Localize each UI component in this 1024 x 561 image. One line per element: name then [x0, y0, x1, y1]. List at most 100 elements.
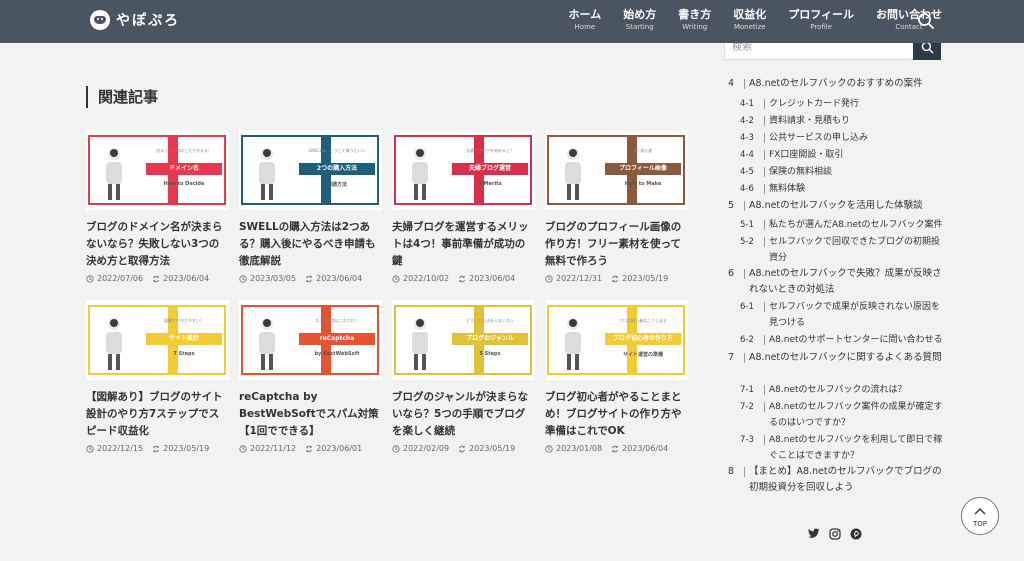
site-logo[interactable]: やぽぷろ: [90, 10, 180, 30]
thumbnail-illustration: [259, 148, 275, 200]
thumbnail-sublabel: How to Decide: [163, 181, 205, 187]
refresh-icon: [153, 445, 159, 452]
toc-number: 5-2: [740, 237, 754, 247]
related-card[interactable]: for 初心者 プロフィール画像 How to Make ブログのプロフィール画像の作…: [545, 130, 688, 283]
toc-item[interactable]: 4-3 公共サービスの申し込み: [740, 130, 944, 146]
thumbnail-caption: ブログ初心者はこうします: [619, 318, 667, 323]
published-date: 2022/11/12: [250, 444, 297, 453]
card-title[interactable]: ブログのジャンルが決まらないなら？5つの手順でブログを楽しく継続: [392, 389, 535, 440]
thumbnail-label: 2つの購入方法: [299, 163, 375, 175]
pinterest-icon[interactable]: [850, 528, 862, 540]
toc-item[interactable]: 5 A8.netのセルフバックを活用した体験談: [728, 198, 944, 214]
toc-item[interactable]: 8 【まとめ】A8.netのセルフバックでブログの初期投資分を回収しよう: [728, 464, 944, 496]
clock-icon: [239, 274, 247, 283]
toc-text: セルフバックで回収できたブログの初期投資分: [769, 237, 941, 263]
clock-icon: [86, 274, 94, 283]
updated-date: 2023/06/04: [163, 274, 210, 283]
toc-text: FX口座開設・取引: [769, 150, 844, 160]
card-thumbnail[interactable]: 決まらない時はこれで決まる！ ドメイン名 How to Decide: [86, 130, 229, 210]
thumbnail-illustration: [106, 148, 122, 200]
related-heading: 関連記事: [86, 86, 158, 108]
toc-item[interactable]: 7-1 A8.netのセルフバックの流れは？: [740, 382, 944, 398]
updated-date: 2023/06/04: [469, 274, 516, 283]
toc-item[interactable]: 4-2 資料請求・見積もり: [740, 113, 944, 129]
card-thumbnail[interactable]: 図解でわかりやすい！ サイト設計 7 Steps: [86, 300, 229, 380]
toc-text: 【まとめ】A8.netのセルフバックでブログの初期投資分を回収しよう: [749, 466, 942, 493]
card-dates: 2022/12/15 2023/05/19: [86, 444, 229, 453]
card-title[interactable]: ブログのドメイン名が決まらないなら？失敗しない3つの決め方と取得方法: [86, 219, 229, 270]
card-title[interactable]: ブログ初心者がやることまとめ！ブログサイトの作り方や準備はこれでOK: [545, 389, 688, 440]
toc-item[interactable]: 6 A8.netのセルフバックで失敗？成果が反映されないときの対処法: [728, 266, 944, 298]
thumbnail-label: ブログのジャンル: [452, 333, 528, 345]
toc-item[interactable]: 6-1 セルフバックで成果が反映されない原因を見つける: [740, 299, 944, 331]
refresh-icon: [459, 275, 465, 282]
thumbnail-caption: for 初心者: [633, 148, 653, 153]
toc-item[interactable]: 7 A8.netのセルフバックに関するよくある質問: [728, 350, 944, 366]
top-label: TOP: [972, 520, 987, 528]
nav-profile[interactable]: プロフィール Profile: [788, 9, 854, 31]
toc-separator: [744, 269, 745, 279]
toc-number: 7-3: [740, 435, 754, 445]
toc-text: 資料請求・見積もり: [769, 116, 851, 126]
card-title[interactable]: reCaptcha by BestWebSoftでスパム対策【1回でできる】: [239, 389, 382, 440]
published-date: 2022/12/31: [556, 274, 603, 283]
card-thumbnail[interactable]: 夫婦でブログを始めると？ 夫婦ブログ運営 4 Merits: [392, 130, 535, 210]
toc-item[interactable]: 4 A8.netのセルフバックのおすすめの案件: [728, 76, 944, 92]
nav-label: ホーム: [568, 8, 602, 21]
twitter-icon[interactable]: [808, 528, 820, 539]
related-card[interactable]: 夫婦でブログを始めると？ 夫婦ブログ運営 4 Merits 夫婦ブログを運営するメリッ…: [392, 130, 535, 283]
card-title[interactable]: 【図解あり】ブログのサイト設計のやり方7ステップでスピード収益化: [86, 389, 229, 440]
toc-item[interactable]: 4-6 無料体験: [740, 181, 944, 197]
card-title[interactable]: 夫婦ブログを運営するメリットは4つ！事前準備が成功の鍵: [392, 219, 535, 270]
toc-item[interactable]: 5-1 私たちが選んだA8.netのセルフバック案件: [740, 217, 944, 233]
related-card[interactable]: どうしても決まらないなら ブログのジャンル 5 Steps ブログのジャンルが決まらな…: [392, 300, 535, 453]
card-thumbnail[interactable]: どうしても決まらないなら ブログのジャンル 5 Steps: [392, 300, 535, 380]
card-thumbnail[interactable]: SWELLは、こうして買うといい 2つの購入方法 申請方法: [239, 130, 382, 210]
published-date: 2022/12/15: [97, 444, 144, 453]
refresh-icon: [459, 445, 465, 452]
toc-item[interactable]: 4-4 FX口座開設・取引: [740, 147, 944, 163]
card-thumbnail[interactable]: スパム対策はこれだけ！ reCaptcha by BestWebSoft: [239, 300, 382, 380]
related-card[interactable]: 図解でわかりやすい！ サイト設計 7 Steps 【図解あり】ブログのサイト設計のやり…: [86, 300, 229, 453]
thumbnail-label: ドメイン名: [146, 163, 222, 175]
toc-separator: [764, 116, 765, 126]
nav-writing[interactable]: 書き方 Writing: [678, 9, 711, 31]
related-card[interactable]: ブログ初心者はこうします ブログ初心者の作り方 サイト運営の準備ブログ初心者がやるこ…: [545, 300, 688, 453]
card-title[interactable]: ブログのプロフィール画像の作り方！フリー素材を使って無料で作ろう: [545, 219, 688, 270]
updated-date: 2023/06/01: [316, 444, 363, 453]
toc-item[interactable]: 4-5 保険の無料相談: [740, 164, 944, 180]
card-thumbnail[interactable]: for 初心者 プロフィール画像 How to Make: [545, 130, 688, 210]
related-card[interactable]: SWELLは、こうして買うといい 2つの購入方法 申請方法 SWELLの購入方法は2つ…: [239, 130, 382, 283]
nav-home[interactable]: ホーム Home: [569, 9, 602, 31]
toc-separator: [764, 220, 765, 230]
toc-item[interactable]: 4-1 クレジットカード発行: [740, 96, 944, 112]
toc-number: 4-6: [740, 184, 754, 194]
updated-date: 2023/05/19: [163, 444, 210, 453]
toc-item[interactable]: 7-3 A8.netのセルフバックを利用して即日で稼ぐことはできますか？: [740, 432, 944, 464]
card-title[interactable]: SWELLの購入方法は2つある？購入後にやるべき申請も徹底解説: [239, 219, 382, 270]
toc-separator: [764, 402, 765, 412]
published-date: 2023/03/05: [250, 274, 297, 283]
search-icon[interactable]: [917, 12, 935, 30]
nav-monetize[interactable]: 収益化 Monetize: [733, 9, 766, 31]
related-card[interactable]: 決まらない時はこれで決まる！ ドメイン名 How to Decide ブログのドメイン…: [86, 130, 229, 283]
nav-starting[interactable]: 始め方 Starting: [623, 9, 656, 31]
instagram-icon[interactable]: [829, 528, 841, 540]
toc-number: 5: [728, 200, 735, 211]
thumbnail-illustration: [259, 318, 275, 370]
card-thumbnail[interactable]: ブログ初心者はこうします ブログ初心者の作り方 サイト運営の準備: [545, 300, 688, 380]
nav-label: 収益化: [733, 8, 767, 21]
toc-separator: [764, 385, 765, 395]
toc-item[interactable]: 5-2 セルフバックで回収できたブログの初期投資分: [740, 234, 944, 266]
toc-separator: [764, 150, 765, 160]
published-date: 2022/02/09: [403, 444, 450, 453]
toc-item[interactable]: 6-2 A8.netのサポートセンターに問い合わせる: [740, 332, 944, 348]
refresh-icon: [306, 275, 312, 282]
toc-item[interactable]: 7-2 A8.netのセルフバック案件の成果が確定するのはいつですか？: [740, 399, 944, 431]
related-card[interactable]: スパム対策はこれだけ！ reCaptcha by BestWebSoft reCapt…: [239, 300, 382, 453]
updated-date: 2023/05/19: [622, 274, 669, 283]
card-dates: 2022/12/31 2023/05/19: [545, 274, 688, 283]
thumbnail-illustration: [565, 148, 581, 200]
back-to-top-button[interactable]: TOP: [961, 497, 999, 535]
nav-sublabel: Starting: [625, 23, 654, 31]
